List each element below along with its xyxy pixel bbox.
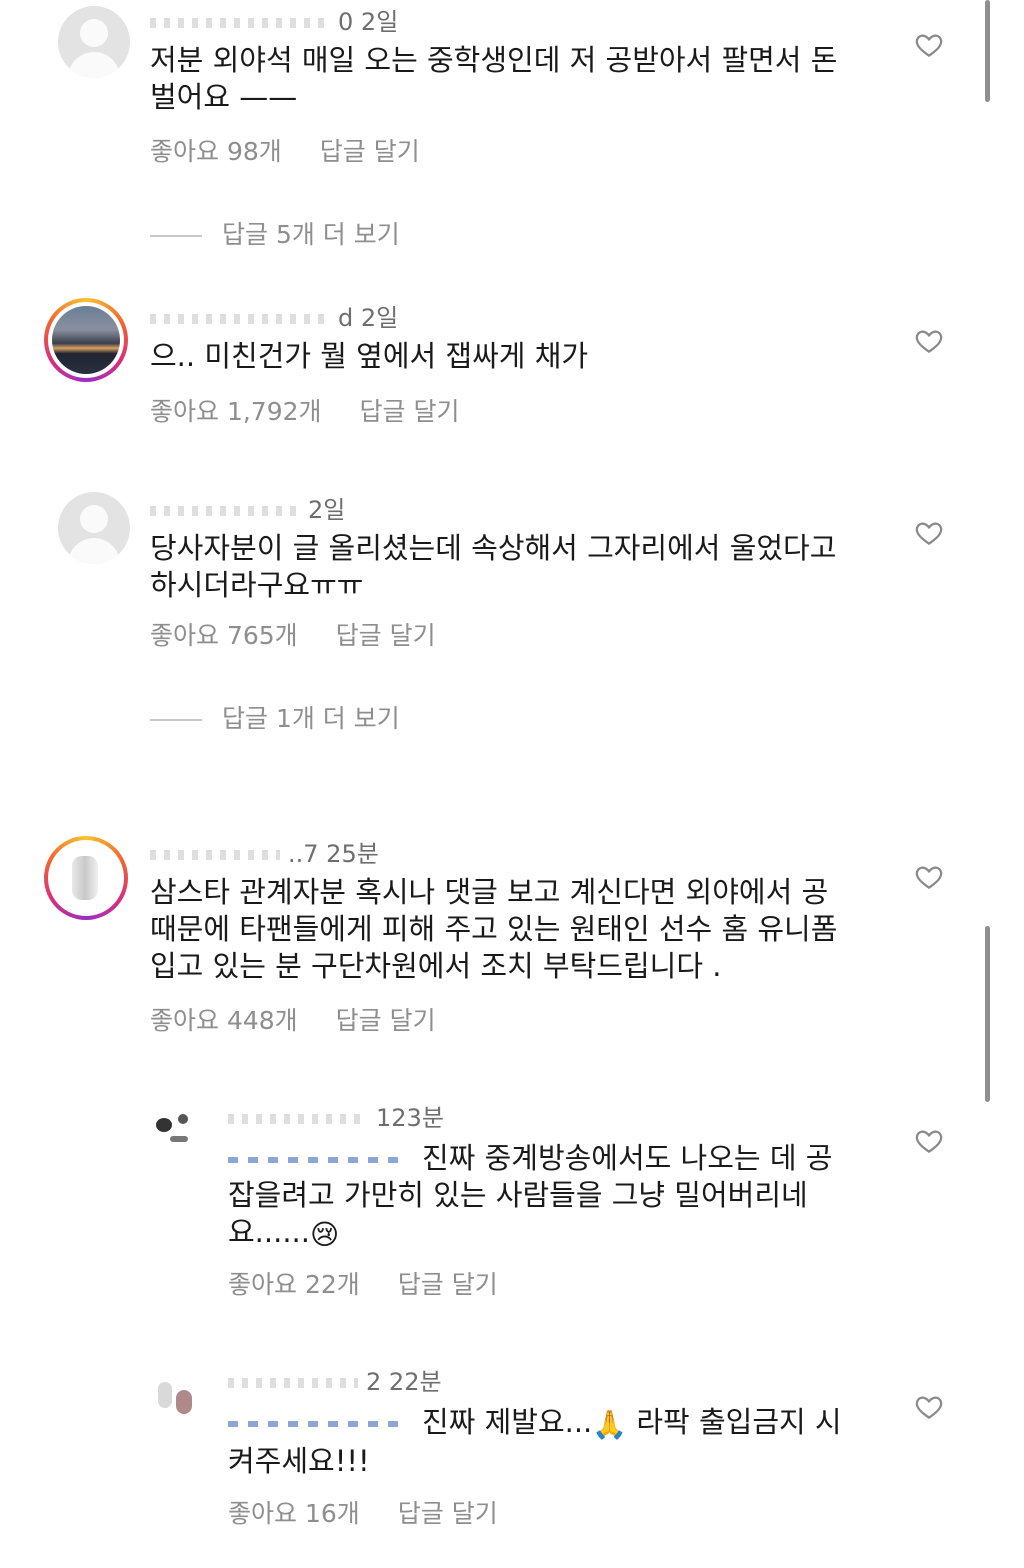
reply-text: 진짜 중계방송에서도 나오는 데 공 잡을려고 가만히 있는 사람들을 그냥 밀… (228, 1141, 833, 1251)
avatar[interactable] (44, 298, 128, 382)
likes-count[interactable]: 좋아요 16개 (228, 1499, 360, 1528)
username[interactable]: d (338, 304, 353, 332)
avatar[interactable] (58, 492, 130, 564)
reply-button[interactable]: 답글 달기 (336, 1006, 436, 1035)
comment-text: 저분 외야석 매일 오는 중학생인데 저 공받아서 팔면서 돈 벌어요 —— (150, 43, 838, 114)
divider (150, 235, 202, 237)
comment-text: 으.. 미친건가 뭘 옆에서 잽싸게 채가 (150, 339, 589, 373)
heart-outline-icon[interactable] (914, 30, 944, 60)
comment-meta: ..7 25분 (150, 834, 379, 869)
avatar[interactable] (58, 6, 130, 78)
crying-face-emoji: 😢 (310, 1218, 340, 1251)
comment-meta: d 2일 (150, 298, 398, 333)
avatar[interactable] (150, 1104, 208, 1162)
heart-outline-icon[interactable] (914, 326, 944, 356)
comment-meta: 2일 (150, 490, 345, 525)
reply-button[interactable]: 답글 달기 (336, 621, 436, 650)
reply-actions: 좋아요 16개 답글 달기 (228, 1494, 536, 1530)
comment-meta: 0 2일 (150, 2, 398, 37)
heart-outline-icon[interactable] (914, 1126, 944, 1156)
timestamp: 23분 (391, 1104, 444, 1132)
view-replies-button[interactable]: 답글 5개 더 보기 (150, 215, 400, 251)
reply-button[interactable]: 답글 달기 (320, 137, 420, 166)
comment-text: 삼스타 관계자분 혹시나 댓글 보고 계신다면 외야에서 공 때문에 타팬들에게… (150, 875, 838, 983)
timestamp: 2일 (360, 304, 399, 332)
username[interactable]: 2 (366, 1368, 381, 1396)
reply-meta: 2 22분 (228, 1362, 442, 1397)
mention-link[interactable] (228, 1421, 408, 1427)
likes-count[interactable]: 좋아요 22개 (228, 1270, 360, 1299)
likes-count[interactable]: 좋아요 98개 (150, 137, 282, 166)
reply-meta: 123분 (228, 1098, 444, 1133)
scrollbar[interactable] (985, 0, 990, 102)
folded-hands-emoji: 🙏 (592, 1408, 628, 1441)
timestamp: 25분 (326, 840, 379, 868)
reply-text: 진짜 제발요...🙏 라팍 출입금지 시 켜주세요!!! (228, 1405, 842, 1478)
username[interactable]: 0 (338, 8, 353, 36)
username[interactable]: ..7 (288, 840, 319, 868)
username[interactable]: 1 (376, 1104, 391, 1132)
heart-outline-icon[interactable] (914, 518, 944, 548)
comment-actions: 좋아요 98개 답글 달기 (150, 132, 458, 168)
view-replies-button[interactable]: 답글 1개 더 보기 (150, 699, 400, 735)
heart-outline-icon[interactable] (914, 1392, 944, 1422)
reply-button[interactable]: 답글 달기 (360, 397, 460, 426)
likes-count[interactable]: 좋아요 1,792개 (150, 397, 322, 426)
timestamp: 22분 (388, 1368, 442, 1396)
timestamp: 2일 (308, 496, 346, 524)
comment-actions: 좋아요 765개 답글 달기 (150, 616, 474, 652)
heart-outline-icon[interactable] (914, 862, 944, 892)
likes-count[interactable]: 좋아요 448개 (150, 1006, 298, 1035)
timestamp: 2일 (360, 8, 399, 36)
comment-actions: 좋아요 1,792개 답글 달기 (150, 392, 497, 428)
comment-actions: 좋아요 448개 답글 달기 (150, 1001, 474, 1037)
likes-count[interactable]: 좋아요 765개 (150, 621, 298, 650)
mention-link[interactable] (228, 1157, 408, 1163)
comment-text: 당사자분이 글 올리셨는데 속상해서 그자리에서 울었다고 하시더라구요ㅠㅠ (150, 531, 837, 602)
scrollbar[interactable] (985, 926, 990, 1102)
reply-button[interactable]: 답글 달기 (398, 1499, 498, 1528)
reply-button[interactable]: 답글 달기 (398, 1270, 498, 1299)
divider (150, 719, 202, 721)
reply-actions: 좋아요 22개 답글 달기 (228, 1265, 536, 1301)
avatar[interactable] (44, 836, 128, 920)
avatar[interactable] (150, 1372, 208, 1430)
